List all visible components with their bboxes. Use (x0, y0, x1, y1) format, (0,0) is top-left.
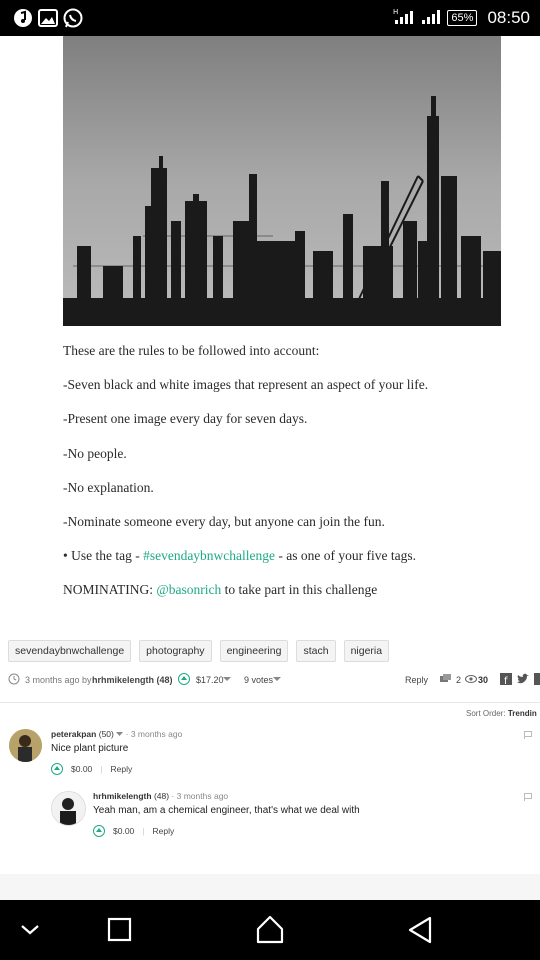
post-payout[interactable]: $17.20 (196, 675, 224, 685)
whatsapp-icon (62, 7, 84, 29)
home-icon[interactable] (250, 912, 290, 948)
upvote-icon[interactable] (93, 825, 105, 837)
avatar[interactable] (9, 729, 42, 762)
author-dropdown-icon[interactable] (116, 729, 124, 739)
sort-value[interactable]: Trendin (508, 709, 537, 718)
payout-dropdown-icon[interactable] (223, 674, 231, 684)
tag-chip[interactable]: sevendaybnwchallenge (8, 640, 132, 662)
votes-count[interactable]: 9 votes (244, 675, 273, 685)
tag-instruction: • Use the tag - #sevendaybnwchallenge - … (63, 548, 416, 564)
music-app-icon (12, 7, 34, 29)
reply-link[interactable]: Reply (405, 675, 428, 685)
twitter-share-icon[interactable] (516, 673, 529, 687)
android-nav-bar (0, 900, 540, 960)
comment: peterakpan (50) · 3 months ago Nice plan… (51, 729, 182, 775)
votes-dropdown-icon[interactable] (273, 674, 281, 684)
comment-body: Nice plant picture (51, 743, 129, 754)
sort-label: Sort Order: (466, 709, 506, 718)
comment-payout[interactable]: $0.00 (113, 826, 134, 836)
post-paragraph: These are the rules to be followed into … (63, 343, 320, 358)
comment-author-rep: (48) (153, 791, 170, 801)
comment-author[interactable]: hrhmikelength (93, 791, 152, 801)
comments-icon (440, 674, 452, 686)
comment-payout[interactable]: $0.00 (71, 764, 92, 774)
upvote-icon[interactable] (178, 673, 190, 685)
back-chevron-icon[interactable] (12, 912, 52, 948)
page-footer-area (0, 874, 540, 900)
views-count: 30 (478, 675, 489, 685)
linkedin-share-icon[interactable] (534, 673, 540, 687)
sort-order[interactable]: Sort Order: Trendin (466, 709, 537, 718)
comment-time[interactable]: 3 months ago (177, 791, 229, 801)
tag-chip[interactable]: stach (296, 640, 336, 662)
post-paragraph: -No explanation. (63, 480, 154, 495)
clock: 08:50 (487, 8, 530, 27)
post-paragraph: -Seven black and white images that repre… (63, 377, 429, 392)
tag-chip[interactable]: engineering (219, 640, 289, 662)
clock-icon (8, 673, 20, 687)
svg-text:H: H (393, 8, 398, 16)
mention-link[interactable]: @basonrich (156, 582, 221, 597)
comment-time[interactable]: 3 months ago (131, 729, 183, 739)
flag-icon[interactable] (524, 731, 532, 739)
comments-count: 2 (456, 675, 462, 685)
gallery-app-icon (37, 7, 59, 29)
upvote-icon[interactable] (51, 763, 63, 775)
nominate-line: NOMINATING: @basonrich to take part in t… (63, 582, 377, 598)
comment-author-rep: (50) (98, 729, 114, 739)
facebook-share-icon[interactable]: f (500, 673, 512, 687)
comment-body: Yeah man, am a chemical engineer, that's… (93, 805, 360, 816)
back-triangle-icon[interactable] (400, 912, 440, 948)
avatar[interactable] (51, 791, 86, 826)
nominate-suffix: to take part in this challenge (221, 582, 378, 597)
divider (0, 702, 540, 703)
hashtag-link[interactable]: #sevendaybnwchallenge (143, 548, 275, 563)
signal-bars-icon (421, 6, 441, 31)
post-paragraph: -No people. (63, 446, 127, 461)
tag-chip[interactable]: nigeria (343, 640, 390, 662)
post-paragraph: -Nominate someone every day, but anyone … (63, 514, 385, 529)
post-meta: 3 months ago by hrhmikelength (48) $17.2… (8, 672, 540, 690)
svg-text:f: f (504, 676, 508, 685)
battery-indicator: 65% (447, 10, 478, 26)
tag-list: sevendaybnwchallenge photography enginee… (8, 640, 390, 662)
signal-h-icon: H (393, 6, 415, 31)
comment-reply: hrhmikelength (48) · 3 months ago Yeah m… (93, 791, 360, 837)
recents-square-icon[interactable] (100, 912, 140, 948)
post-image-refinery (63, 36, 501, 326)
comment-author[interactable]: peterakpan (51, 729, 96, 739)
comment-reply-link[interactable]: Reply (111, 764, 133, 774)
eye-icon (465, 675, 477, 685)
tag-instruction-suffix: - as one of your five tags. (275, 548, 416, 563)
nominate-prefix: NOMINATING: (63, 582, 157, 597)
separator-bar: | (100, 764, 103, 774)
post-paragraph: -Present one image every day for seven d… (63, 411, 308, 426)
separator-bar: | (142, 826, 145, 836)
flag-icon[interactable] (524, 793, 532, 801)
post-author-link[interactable]: hrhmikelength (48) (92, 675, 173, 685)
status-bar: H 65% 08:50 (0, 0, 540, 36)
tag-chip[interactable]: photography (139, 640, 212, 662)
post-time: 3 months ago by (25, 675, 92, 685)
tag-instruction-prefix: • Use the tag - (63, 548, 144, 563)
comment-reply-link[interactable]: Reply (153, 826, 175, 836)
